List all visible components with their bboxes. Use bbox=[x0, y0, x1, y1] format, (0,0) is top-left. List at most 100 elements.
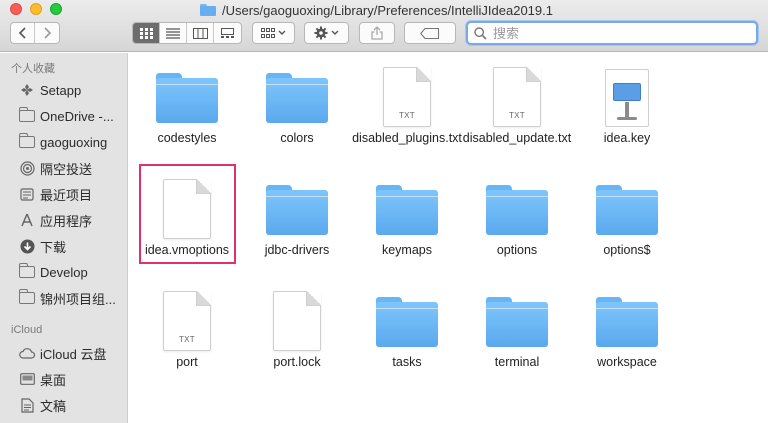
zoom-window-button[interactable] bbox=[50, 3, 62, 15]
file-item-idea-key[interactable]: idea.key bbox=[572, 61, 682, 146]
file-name: port bbox=[176, 355, 198, 369]
folder-icon bbox=[376, 297, 438, 347]
sidebar-item-label: OneDrive -... bbox=[40, 108, 114, 124]
file-name: options bbox=[496, 243, 538, 257]
search-field[interactable] bbox=[466, 21, 758, 45]
group-by-button[interactable] bbox=[252, 22, 295, 44]
chevron-down-icon bbox=[278, 30, 286, 35]
folder-icon bbox=[596, 297, 658, 347]
file-name: colors bbox=[280, 131, 314, 145]
gear-icon bbox=[314, 26, 328, 40]
back-button[interactable] bbox=[11, 23, 35, 43]
chevron-down-icon bbox=[331, 30, 339, 35]
sidebar-item-label: iCloud 云盘 bbox=[40, 346, 107, 362]
file-item-terminal[interactable]: terminal bbox=[462, 285, 572, 370]
sidebar-item-onedrive[interactable]: OneDrive -... bbox=[19, 105, 127, 127]
document-icon bbox=[163, 179, 211, 239]
folder-icon bbox=[266, 73, 328, 123]
file-item-colors[interactable]: colors bbox=[242, 61, 352, 146]
file-item-tasks[interactable]: tasks bbox=[352, 285, 462, 370]
file-name: keymaps bbox=[381, 243, 433, 257]
gallery-view-button[interactable] bbox=[214, 23, 241, 43]
group-by-inner bbox=[253, 23, 294, 43]
sidebar-item-label: Develop bbox=[40, 264, 88, 280]
file-name: tasks bbox=[392, 355, 422, 369]
group-grid-icon bbox=[261, 27, 275, 38]
sidebar-item-develop[interactable]: Develop bbox=[19, 261, 127, 283]
sidebar-item-jinzhou-project[interactable]: 锦州项目组... bbox=[19, 287, 127, 309]
sidebar-item-label: 锦州项目组... bbox=[40, 291, 116, 307]
tags-button[interactable] bbox=[404, 22, 456, 44]
list-view-button[interactable] bbox=[160, 23, 187, 43]
recents-icon bbox=[19, 186, 35, 202]
sidebar-item-setapp[interactable]: Setapp bbox=[19, 79, 127, 101]
sidebar-item-label: 文稿 bbox=[40, 398, 67, 414]
window-title-text: /Users/gaoguoxing/Library/Preferences/In… bbox=[222, 2, 553, 18]
navigation-buttons bbox=[10, 22, 60, 44]
chevron-left-icon bbox=[18, 27, 26, 39]
documents-icon bbox=[19, 397, 35, 413]
search-input[interactable] bbox=[493, 25, 733, 41]
window-title: /Users/gaoguoxing/Library/Preferences/In… bbox=[200, 1, 553, 19]
grid-icon bbox=[139, 27, 153, 39]
downloads-icon bbox=[19, 238, 35, 254]
document-icon bbox=[273, 291, 321, 351]
sidebar-item-desktop[interactable]: 桌面 bbox=[19, 368, 127, 390]
sidebar-heading-icloud: iCloud bbox=[11, 324, 43, 336]
sidebar-item-documents[interactable]: 文稿 bbox=[19, 394, 127, 416]
file-item-port-lock[interactable]: port.lock bbox=[242, 285, 352, 370]
sidebar-item-recents[interactable]: 最近项目 bbox=[19, 183, 127, 205]
share-inner bbox=[360, 23, 394, 43]
share-icon bbox=[371, 26, 383, 40]
sidebar-item-label: 桌面 bbox=[40, 372, 67, 388]
file-item-options[interactable]: options bbox=[462, 173, 572, 258]
action-menu-inner bbox=[305, 23, 348, 43]
file-name: codestyles bbox=[157, 131, 217, 145]
sidebar-item-label: Setapp bbox=[40, 82, 82, 98]
file-item-disabled-update[interactable]: TXT disabled_update.txt bbox=[462, 61, 572, 146]
file-name: port.lock bbox=[273, 355, 321, 369]
chevron-right-icon bbox=[43, 27, 51, 39]
sidebar: 个人收藏 Setapp OneDrive -... gaoguoxing 隔空投… bbox=[0, 53, 128, 423]
sidebar-item-label: 应用程序 bbox=[40, 213, 93, 229]
file-item-workspace[interactable]: workspace bbox=[572, 285, 682, 370]
file-item-codestyles[interactable]: codestyles bbox=[132, 61, 242, 146]
sidebar-item-applications[interactable]: 应用程序 bbox=[19, 209, 127, 231]
minimize-window-button[interactable] bbox=[30, 3, 42, 15]
folder-icon bbox=[266, 185, 328, 235]
sidebar-item-icloud-drive[interactable]: iCloud 云盘 bbox=[19, 342, 127, 364]
file-item-keymaps[interactable]: keymaps bbox=[352, 173, 462, 258]
action-menu-button[interactable] bbox=[304, 22, 349, 44]
file-extension-label: TXT bbox=[178, 335, 195, 344]
close-window-button[interactable] bbox=[10, 3, 22, 15]
list-icon bbox=[166, 27, 180, 39]
sidebar-item-label: 下载 bbox=[40, 239, 67, 255]
desktop-icon bbox=[19, 371, 35, 387]
columns-icon bbox=[192, 27, 208, 39]
finder-window: /Users/gaoguoxing/Library/Preferences/In… bbox=[0, 0, 768, 423]
text-document-icon: TXT bbox=[493, 67, 541, 127]
sidebar-item-label: 隔空投送 bbox=[40, 161, 93, 177]
toolbar: /Users/gaoguoxing/Library/Preferences/In… bbox=[0, 0, 768, 52]
folder-icon bbox=[19, 263, 35, 280]
gallery-icon bbox=[221, 27, 234, 38]
sidebar-item-downloads[interactable]: 下载 bbox=[19, 235, 127, 257]
forward-button[interactable] bbox=[35, 23, 59, 43]
folder-icon bbox=[200, 4, 216, 16]
file-item-disabled-plugins[interactable]: TXT disabled_plugins.txt bbox=[352, 61, 462, 146]
column-view-button[interactable] bbox=[187, 23, 214, 43]
file-name: jdbc-drivers bbox=[264, 243, 330, 257]
file-item-jdbc-drivers[interactable]: jdbc-drivers bbox=[242, 173, 352, 258]
share-button[interactable] bbox=[359, 22, 395, 44]
icloud-icon bbox=[19, 345, 35, 361]
sidebar-item-home[interactable]: gaoguoxing bbox=[19, 131, 127, 153]
file-item-idea-vmoptions[interactable]: idea.vmoptions bbox=[132, 173, 242, 258]
file-name: terminal bbox=[494, 355, 540, 369]
sidebar-item-airdrop[interactable]: 隔空投送 bbox=[19, 157, 127, 179]
folder-icon bbox=[596, 185, 658, 235]
file-item-port[interactable]: TXT port bbox=[132, 285, 242, 370]
airdrop-icon bbox=[19, 160, 35, 176]
file-item-options-dollar[interactable]: options$ bbox=[572, 173, 682, 258]
folder-icon bbox=[19, 289, 35, 306]
icon-view-button[interactable] bbox=[133, 23, 160, 43]
